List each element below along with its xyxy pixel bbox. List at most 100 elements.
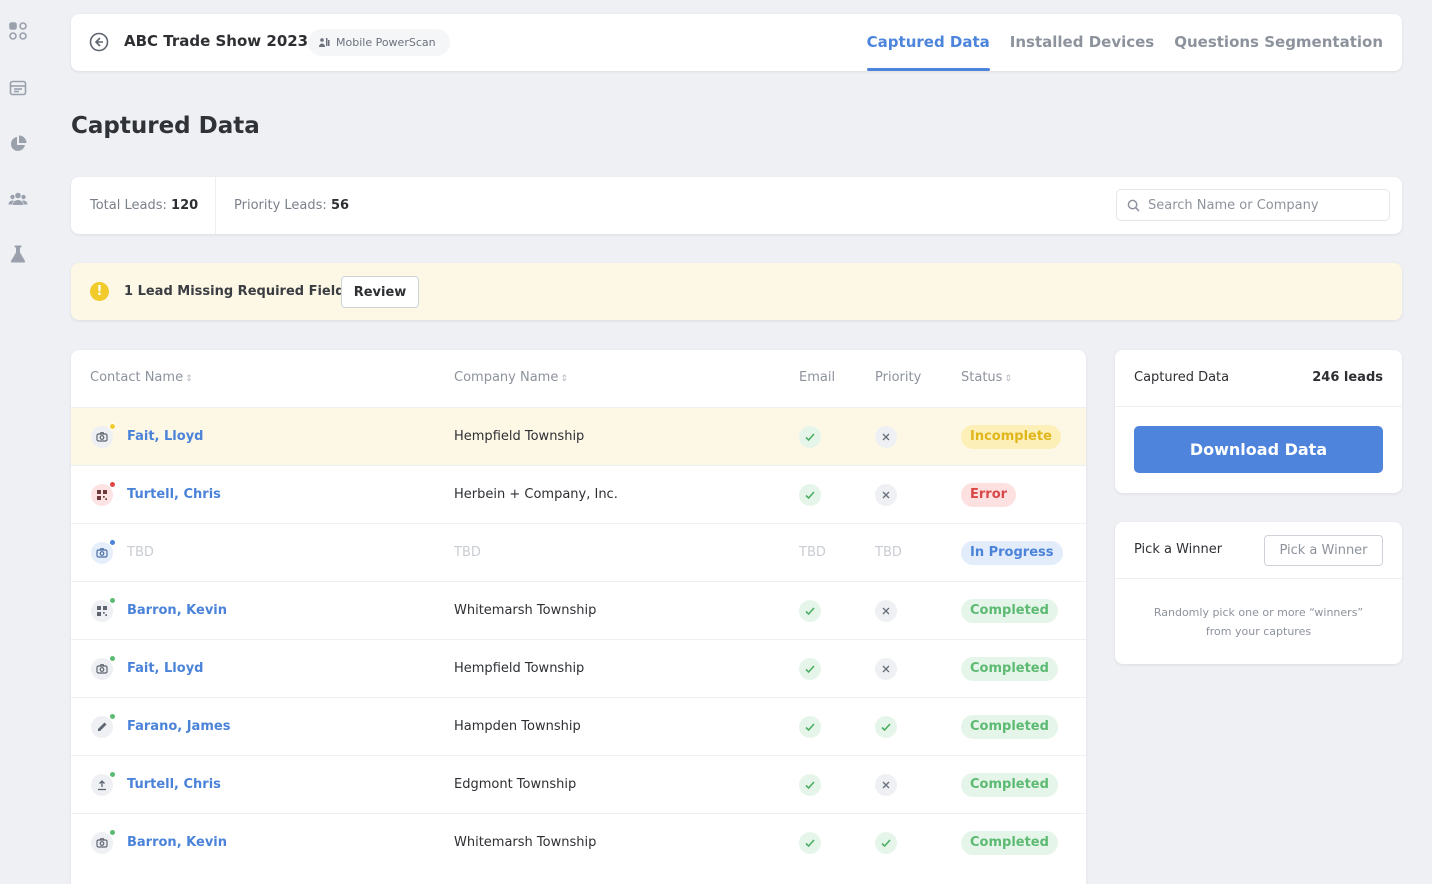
status-badge: In Progress	[961, 541, 1063, 565]
sort-icon: ⇕	[185, 374, 193, 384]
contact-name[interactable]: Barron, Kevin	[127, 814, 227, 872]
check-icon	[799, 600, 821, 622]
check-icon	[799, 832, 821, 854]
cross-icon	[875, 484, 897, 506]
check-icon	[799, 716, 821, 738]
contact-name[interactable]: Turtell, Chris	[127, 466, 221, 524]
column-header-company[interactable]: Company Name ⇕	[454, 370, 568, 385]
search-icon	[1127, 199, 1140, 212]
status-dot	[109, 423, 116, 430]
search-box	[1116, 189, 1390, 221]
column-header-company-label: Company Name	[454, 370, 559, 385]
pie-chart-icon[interactable]	[8, 134, 28, 154]
status-badge: Completed	[961, 773, 1058, 797]
upload-icon	[91, 771, 116, 796]
status-dot	[109, 655, 116, 662]
table-row[interactable]: Farano, James Hampden Township Completed	[71, 697, 1086, 755]
calendar-icon[interactable]	[8, 78, 28, 98]
camera-icon	[91, 829, 116, 854]
device-chip-label: Mobile PowerScan	[336, 36, 436, 49]
dashboard-icon[interactable]	[8, 21, 28, 41]
status-dot	[109, 481, 116, 488]
contact-name: TBD	[127, 545, 154, 560]
status-dot	[109, 771, 116, 778]
sort-icon: ⇕	[560, 374, 568, 384]
page-title: Captured Data	[71, 113, 260, 139]
status-badge: Completed	[961, 657, 1058, 681]
column-header-contact[interactable]: Contact Name ⇕	[90, 370, 193, 385]
tab-questions-segmentation[interactable]: Questions Segmentation	[1174, 14, 1383, 71]
event-title: ABC Trade Show 2023	[124, 32, 309, 50]
sidebar	[0, 0, 36, 884]
pick-winner-button[interactable]: Pick a Winner	[1264, 535, 1383, 566]
sort-icon: ⇕	[1004, 374, 1012, 384]
table-row[interactable]: Turtell, Chris Herbein + Company, Inc. Err…	[71, 465, 1086, 523]
flask-icon[interactable]	[8, 244, 28, 264]
email-value: TBD	[799, 545, 826, 560]
cross-icon	[875, 600, 897, 622]
warning-icon: !	[90, 282, 109, 301]
company-name: Hempfield Township	[454, 661, 585, 676]
contact-name[interactable]: Fait, Lloyd	[127, 408, 203, 466]
cross-icon	[875, 426, 897, 448]
total-leads-value: 120	[171, 198, 199, 213]
priority-value: TBD	[875, 545, 902, 560]
cross-icon	[875, 658, 897, 680]
column-header-status-label: Status	[961, 370, 1003, 385]
contact-name[interactable]: Barron, Kevin	[127, 582, 227, 640]
alert-message: 1 Lead Missing Required Fields	[124, 284, 353, 299]
company-name: Hampden Township	[454, 719, 581, 734]
status-badge: Incomplete	[961, 425, 1061, 449]
leads-table: Contact Name ⇕ Company Name ⇕ Email Priori…	[71, 350, 1086, 884]
event-header: ABC Trade Show 2023 Mobile PowerScan Cap…	[71, 14, 1402, 71]
contact-name[interactable]: Farano, James	[127, 698, 230, 756]
search-input[interactable]	[1148, 197, 1368, 213]
table-row[interactable]: TBD TBD TBD TBD In Progress	[71, 523, 1086, 581]
pencil-icon	[91, 713, 116, 738]
status-badge: Completed	[961, 831, 1058, 855]
table-row[interactable]: Barron, Kevin Whitemarsh Township Complete…	[71, 813, 1086, 871]
camera-icon	[91, 423, 116, 448]
contact-name[interactable]: Fait, Lloyd	[127, 640, 203, 698]
company-name: Whitemarsh Township	[454, 835, 597, 850]
check-icon	[799, 774, 821, 796]
divider	[1115, 578, 1402, 579]
company-name: Whitemarsh Township	[454, 603, 597, 618]
company-name: Edgmont Township	[454, 777, 577, 792]
cross-icon	[875, 774, 897, 796]
tab-captured-data[interactable]: Captured Data	[866, 14, 990, 71]
tab-installed-devices[interactable]: Installed Devices	[1010, 14, 1154, 71]
download-data-button[interactable]: Download Data	[1134, 426, 1383, 473]
contact-name[interactable]: Turtell, Chris	[127, 756, 221, 814]
users-icon[interactable]	[8, 189, 28, 209]
check-icon	[875, 832, 897, 854]
review-button[interactable]: Review	[341, 276, 419, 308]
download-card-label: Captured Data	[1134, 370, 1230, 385]
check-icon	[799, 426, 821, 448]
priority-leads-value: 56	[330, 198, 350, 213]
pick-winner-description: Randomly pick one or more “winners” from…	[1153, 606, 1364, 638]
status-badge: Completed	[961, 715, 1058, 739]
total-leads-label: Total Leads:	[90, 198, 167, 213]
check-icon	[875, 716, 897, 738]
priority-leads: Priority Leads: 56	[234, 177, 349, 234]
qr-code-icon	[91, 597, 116, 622]
missing-fields-alert: ! 1 Lead Missing Required Fields Review	[71, 263, 1402, 320]
download-card: Captured Data 246 leads Download Data	[1115, 350, 1402, 493]
table-row[interactable]: Turtell, Chris Edgmont Township Completed	[71, 755, 1086, 813]
device-chip: Mobile PowerScan	[308, 29, 450, 56]
pick-winner-label: Pick a Winner	[1134, 542, 1223, 557]
back-arrow-icon[interactable]	[89, 32, 109, 52]
camera-icon	[91, 539, 116, 564]
table-row[interactable]: Barron, Kevin Whitemarsh Township Complete…	[71, 581, 1086, 639]
table-row[interactable]: Fait, Lloyd Hempfield Township Incomplete	[71, 407, 1086, 465]
stats-bar: Total Leads: 120 Priority Leads: 56	[71, 177, 1402, 234]
status-dot	[109, 829, 116, 836]
status-badge: Completed	[961, 599, 1058, 623]
column-header-status[interactable]: Status ⇕	[961, 370, 1012, 385]
divider	[1115, 406, 1402, 407]
table-row[interactable]: Fait, Lloyd Hempfield Township Completed	[71, 639, 1086, 697]
column-header-contact-label: Contact Name	[90, 370, 184, 385]
check-icon	[799, 484, 821, 506]
download-card-count: 246 leads	[1312, 370, 1383, 385]
